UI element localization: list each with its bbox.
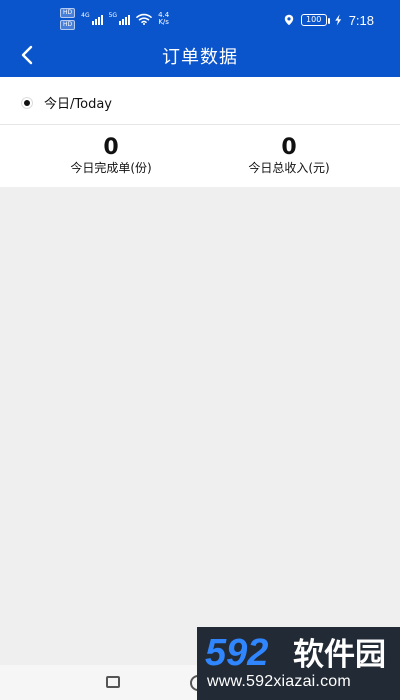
signal-bar-icon	[128, 15, 131, 25]
hd-badge-bottom: HD	[60, 20, 76, 30]
location-pin-icon	[284, 14, 293, 26]
status-bar-left: HD HD 4G 5G 4.4 K/s	[60, 8, 169, 30]
network-speed: 4.4 K/s	[158, 12, 169, 26]
network-type-4g: 4G	[81, 12, 90, 19]
network-speed-unit: K/s	[158, 18, 169, 26]
wifi-icon	[136, 13, 152, 25]
watermark-logo: 592 软件园	[205, 632, 386, 674]
signal-bar-icon	[122, 19, 125, 25]
watermark: 592 软件园 www.592xiazai.com	[197, 627, 400, 700]
status-bar: HD HD 4G 5G 4.4 K/s 100 7:18	[0, 0, 400, 34]
radio-button[interactable]	[21, 96, 33, 109]
signal-bar-icon	[97, 17, 100, 25]
recent-square-icon[interactable]	[106, 676, 120, 688]
signal-bar-icon	[94, 19, 97, 25]
hd-badge-top: HD	[60, 8, 76, 18]
signal-4g: 4G	[81, 12, 103, 25]
completed-orders-label: 今日完成单(份)	[70, 161, 152, 175]
status-bar-right: 100 7:18	[283, 12, 374, 28]
svg-text:592: 592	[205, 632, 268, 674]
completed-orders-stat: 0 今日完成单(份)	[11, 135, 211, 176]
today-radio-label: 今日/Today	[44, 97, 112, 112]
signal-bar-icon	[91, 21, 94, 25]
network-type-5g: 5G	[108, 12, 118, 19]
date-filter-row: 今日/Today	[0, 77, 400, 125]
battery-icon: 100	[300, 14, 330, 26]
total-income-label: 今日总收入(元)	[248, 161, 330, 175]
lightning-bolt-icon	[334, 14, 341, 26]
navigation-bar: 订单数据	[0, 34, 400, 77]
signal-bar-icon	[100, 15, 103, 25]
svg-text:软件园: 软件园	[293, 637, 386, 673]
app-header: HD HD 4G 5G 4.4 K/s 100 7:18 订单数据	[0, 0, 400, 77]
signal-5g: 5G	[108, 12, 131, 25]
hd-indicators: HD HD	[60, 8, 76, 30]
battery-percent: 100	[306, 15, 322, 24]
signal-bar-icon	[119, 21, 122, 25]
completed-orders-value: 0	[103, 135, 119, 160]
total-income-stat: 0 今日总收入(元)	[189, 135, 389, 176]
total-income-value: 0	[281, 135, 297, 160]
today-radio-option[interactable]: 今日/Today	[21, 93, 112, 112]
clock-time: 7:18	[348, 12, 374, 28]
stats-panel: 0 今日完成单(份) 0 今日总收入(元)	[0, 125, 400, 187]
empty-content-area	[0, 187, 400, 665]
signal-bar-icon	[125, 17, 128, 25]
watermark-url: www.592xiazai.com	[207, 673, 351, 690]
radio-selected-dot	[24, 99, 30, 106]
page-title: 订单数据	[162, 47, 238, 68]
